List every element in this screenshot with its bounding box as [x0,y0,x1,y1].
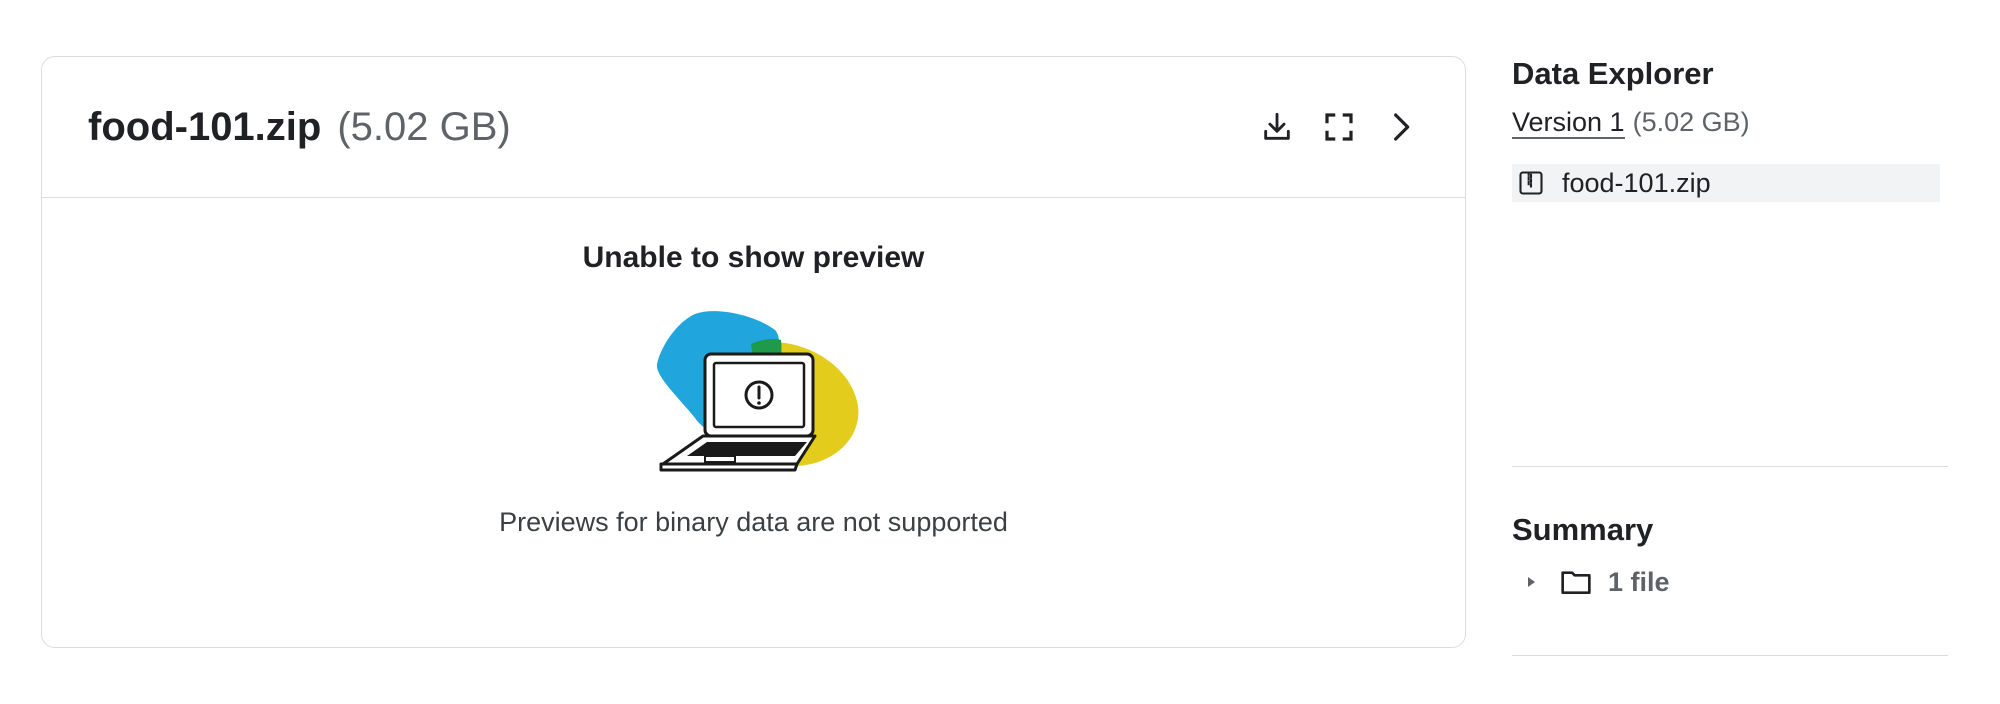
preview-actions [1257,105,1421,149]
download-icon [1264,112,1290,140]
preview-file-size: (5.02 GB) [337,105,511,149]
caret-right-icon[interactable] [1522,573,1540,591]
explorer-file-item[interactable]: food-101.zip [1512,164,1940,202]
chevron-right-icon [1394,113,1410,141]
summary-file-count: 1 file [1608,566,1670,597]
data-explorer-title: Data Explorer [1512,56,1714,91]
summary-tree-row[interactable]: 1 file [1512,562,1948,602]
preview-body: Unable to show preview Previews for bina… [42,198,1465,647]
fullscreen-button[interactable] [1319,107,1359,147]
summary-divider [1512,655,1948,656]
version-selector-link[interactable]: Version 1 [1512,107,1625,139]
summary-section: Summary 1 file [1512,506,1948,602]
file-preview-card: food-101.zip (5.02 GB) Unable to show pr… [41,56,1466,648]
laptop-warning-illustration [656,311,859,472]
folder-icon [1558,564,1594,600]
version-line: Version 1 (5.02 GB) [1512,102,1948,142]
version-size: (5.02 GB) [1632,107,1750,137]
download-button[interactable] [1257,107,1297,147]
preview-heading: Unable to show preview [582,241,925,274]
explorer-file-name: food-101.zip [1562,168,1711,198]
next-file-button[interactable] [1381,107,1421,147]
zip-file-icon [1516,168,1546,198]
summary-title: Summary [1512,512,1654,547]
data-explorer-panel: Data Explorer Version 1 (5.02 GB) food-10… [1512,50,1948,202]
explorer-divider [1512,466,1948,467]
preview-file-name: food-101.zip [88,105,322,149]
preview-file-title: food-101.zip (5.02 GB) [88,103,511,151]
preview-message: Previews for binary data are not support… [499,507,1008,537]
preview-header: food-101.zip (5.02 GB) [42,57,1465,198]
fullscreen-icon [1325,113,1353,141]
